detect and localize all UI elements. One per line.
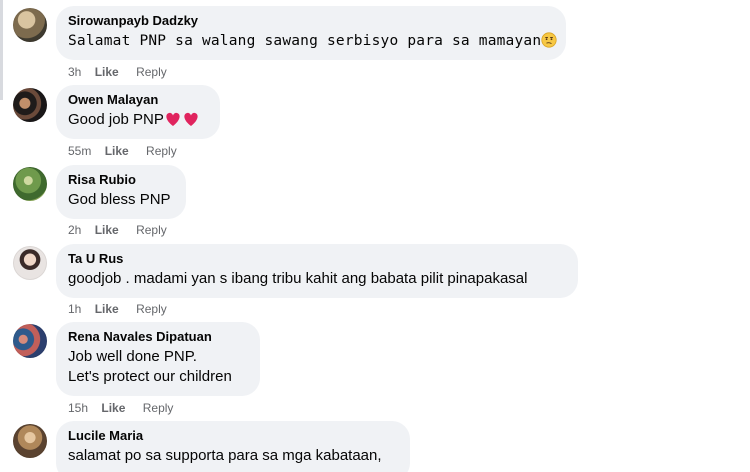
comment-timestamp[interactable]: 3h [68, 65, 81, 79]
comment-item: Lucile Maria salamat po sa supporta para… [0, 420, 740, 472]
reply-button[interactable]: Reply [146, 144, 177, 158]
comment-text-content: Good job PNP [68, 111, 164, 128]
comment-timestamp[interactable]: 1h [68, 302, 81, 316]
comment-bubble: Ta U Rus goodjob . madami yan s ibang tr… [56, 244, 578, 298]
comment-text: Good job PNP [68, 110, 208, 133]
comment-item: Sirowanpayb Dadzky Salamat PNP sa walang… [0, 0, 740, 80]
comment-item: Rena Navales Dipatuan Job well done PNP.… [0, 320, 740, 420]
avatar[interactable] [13, 246, 47, 280]
avatar[interactable] [13, 424, 47, 458]
comment-author[interactable]: Owen Malayan [68, 92, 208, 108]
avatar[interactable] [13, 8, 47, 42]
comment-bubble: Lucile Maria salamat po sa supporta para… [56, 421, 410, 472]
comment-author[interactable]: Rena Navales Dipatuan [68, 329, 248, 345]
comment-actions: 3h Like Reply [68, 64, 167, 80]
like-button[interactable]: Like [95, 302, 119, 316]
like-button[interactable]: Like [95, 223, 119, 237]
comment-author[interactable]: Risa Rubio [68, 172, 174, 188]
comment-actions: 15h Like Reply [68, 400, 173, 416]
avatar[interactable] [13, 88, 47, 122]
comment-bubble: Rena Navales Dipatuan Job well done PNP.… [56, 322, 260, 396]
comment-timestamp[interactable]: 55m [68, 144, 91, 158]
reply-button[interactable]: Reply [143, 401, 174, 415]
comment-thread: { "comments": [ { "author": "Sirowanpayb… [0, 0, 750, 472]
comment-text: Salamat PNP sa walang sawang serbisyo pa… [68, 31, 557, 54]
avatar[interactable] [13, 167, 47, 201]
comment-timestamp[interactable]: 15h [68, 401, 88, 415]
comment-text-content: Salamat PNP sa walang sawang serbisyo pa… [68, 33, 542, 49]
comment-bubble: Risa Rubio God bless PNP [56, 165, 186, 219]
comment-item: Ta U Rus goodjob . madami yan s ibang tr… [0, 240, 740, 320]
comment-actions: 1h Like Reply [68, 301, 167, 317]
comment-text-line-2: Let's protect our children [68, 368, 232, 385]
heart-icon [164, 111, 182, 133]
comment-author[interactable]: Sirowanpayb Dadzky [68, 13, 554, 29]
comment-bubble: Owen Malayan Good job PNP [56, 85, 220, 139]
comment-item: Owen Malayan Good job PNP 55m Like Reply [0, 80, 740, 160]
comment-text: salamat po sa supporta para sa mga kabat… [68, 447, 382, 464]
comment-actions: 2h Like Reply [68, 222, 167, 238]
comment-actions: 55m Like Reply [68, 143, 177, 159]
reply-button[interactable]: Reply [136, 65, 167, 79]
comment-bubble: Sirowanpayb Dadzky Salamat PNP sa walang… [56, 6, 566, 60]
avatar[interactable] [13, 324, 47, 358]
comment-text-line-1: Job well done PNP. [68, 348, 197, 365]
like-button[interactable]: Like [95, 65, 119, 79]
comment-author[interactable]: Ta U Rus [68, 251, 566, 267]
thinking-emoji-icon [541, 32, 557, 54]
comment-item: Risa Rubio God bless PNP 2h Like Reply [0, 160, 740, 240]
like-button[interactable]: Like [101, 401, 125, 415]
like-button[interactable]: Like [105, 144, 129, 158]
comment-author[interactable]: Lucile Maria [68, 428, 398, 444]
reply-button[interactable]: Reply [136, 302, 167, 316]
comment-text: goodjob . madami yan s ibang tribu kahit… [68, 270, 528, 287]
comment-text: God bless PNP [68, 191, 171, 208]
comment-timestamp[interactable]: 2h [68, 223, 81, 237]
heart-icon [182, 111, 200, 133]
reply-button[interactable]: Reply [136, 223, 167, 237]
